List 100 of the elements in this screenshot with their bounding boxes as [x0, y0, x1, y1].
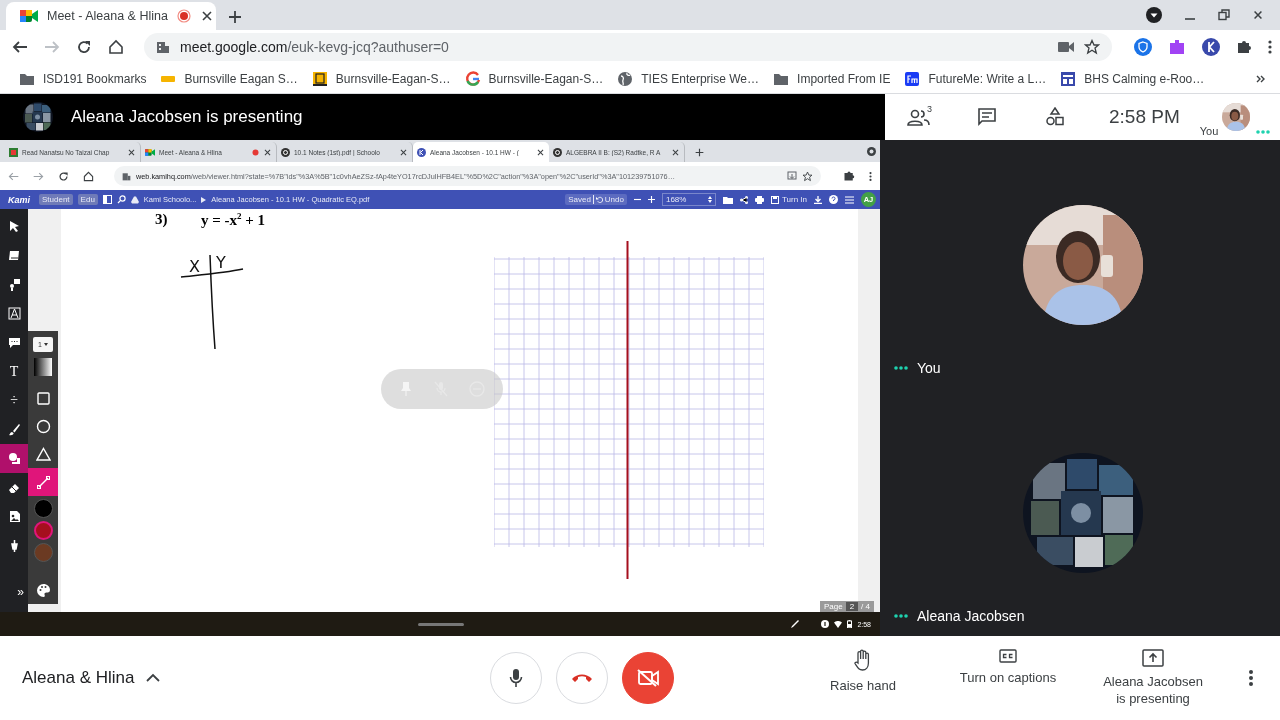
page-number-field[interactable]: 2 [845, 602, 859, 611]
bookmark[interactable]: Imported From IE [766, 66, 898, 91]
browser-tab[interactable]: Meet - Aleana & Hlina [6, 2, 216, 30]
caret-up-icon[interactable] [146, 673, 161, 682]
download-icon[interactable] [814, 195, 822, 204]
shelf-handle[interactable] [418, 623, 464, 626]
problem-number: 3) [155, 211, 168, 228]
sidebar-icon[interactable] [102, 195, 112, 204]
activity-dots-icon [894, 614, 908, 618]
reload-icon[interactable] [76, 39, 92, 55]
present-icon [1142, 648, 1164, 667]
hand-button[interactable]: Raise hand [808, 648, 918, 707]
caret-icon [43, 343, 48, 346]
zoom-out-icon[interactable] [633, 196, 641, 203]
layout-icon [1060, 70, 1077, 87]
address-bar[interactable]: meet.google.com/euk-kevg-jcq?authuser=0 [144, 33, 1112, 61]
present-button[interactable]: Aleana Jacobsen is presenting [1098, 648, 1208, 707]
wifi-icon[interactable] [834, 620, 843, 628]
activity-dots-icon [1256, 130, 1271, 134]
search-icon[interactable] [116, 195, 126, 204]
puzzle-icon[interactable] [843, 170, 855, 182]
dropdown-icon[interactable] [1146, 7, 1162, 23]
square-icon [35, 390, 51, 406]
palette-icon[interactable] [35, 583, 51, 598]
shapes-icon[interactable] [1045, 107, 1065, 127]
install-icon[interactable] [787, 171, 797, 181]
folder-icon[interactable] [722, 195, 733, 204]
chat-icon[interactable] [977, 107, 997, 127]
phone-icon [571, 672, 593, 683]
logo-icon [904, 70, 921, 87]
bookmark[interactable]: ISD191 Bookmarks [12, 66, 154, 91]
back-icon[interactable] [12, 39, 28, 55]
bookmark[interactable]: Burnsville-Eagan-S… [457, 66, 611, 91]
extension-icon[interactable] [1168, 38, 1186, 56]
opacity-swatch[interactable] [34, 358, 52, 376]
undo-button[interactable]: Saved Undo [565, 194, 627, 205]
microphone-icon [509, 667, 523, 688]
logo-icon [311, 70, 328, 87]
battery-icon[interactable] [847, 620, 853, 628]
home-icon[interactable] [83, 170, 94, 182]
color-swatch[interactable] [33, 521, 53, 540]
help-icon[interactable] [829, 195, 838, 204]
bookmark[interactable]: Burnsville Eagan S… [153, 66, 305, 91]
extension-icon[interactable] [1202, 38, 1220, 56]
camera-button[interactable] [622, 651, 674, 704]
close-icon[interactable] [1252, 9, 1264, 21]
new-tab-icon[interactable] [228, 10, 242, 24]
reload-icon[interactable] [58, 170, 69, 182]
close-icon[interactable] [263, 147, 272, 157]
color-swatch[interactable] [33, 499, 53, 518]
expand-button[interactable]: » [0, 582, 28, 602]
zoom-in-icon[interactable] [647, 196, 655, 203]
clock: 2:58 PM [1109, 106, 1180, 128]
text-tool[interactable]: T [0, 357, 28, 386]
bookmark[interactable]: BHS Calming e-Roo… [1053, 66, 1212, 91]
star-icon[interactable] [802, 170, 813, 182]
shapes-tool[interactable] [0, 444, 28, 473]
close-icon[interactable] [536, 147, 545, 157]
people-icon[interactable] [907, 108, 931, 126]
notification-icon[interactable] [821, 620, 830, 628]
close-icon[interactable] [127, 147, 136, 157]
participant-name: You [917, 360, 941, 376]
google-icon [464, 70, 481, 87]
handwritten-label: X [189, 257, 200, 276]
more-bookmarks-icon[interactable] [1256, 73, 1266, 84]
close-icon[interactable] [199, 9, 214, 23]
menu-icon[interactable] [1268, 39, 1272, 55]
shield-icon[interactable] [1134, 38, 1152, 56]
site-icon [281, 147, 290, 157]
line-tool[interactable] [28, 468, 58, 496]
color-swatch[interactable] [33, 543, 53, 562]
self-label: You [1199, 125, 1219, 137]
bookmark[interactable]: TIES Enterprise We… [610, 66, 767, 91]
stylus-icon[interactable] [791, 620, 800, 628]
site-icon [9, 147, 18, 157]
zoom-field[interactable]: 168% [661, 193, 716, 206]
more-icon[interactable] [1249, 668, 1253, 687]
bookmark[interactable]: FutureMe: Write a L… [897, 66, 1054, 91]
star-icon[interactable] [1084, 39, 1100, 55]
bookmark[interactable]: Burnsville-Eagan-S… [304, 66, 458, 91]
forward-icon[interactable] [33, 170, 44, 182]
equation: y = -x$^{2}$ + 1 [201, 211, 266, 229]
turn-in-button[interactable]: Turn In [770, 195, 807, 204]
new-tab-icon[interactable] [695, 148, 704, 157]
shapes-icon [6, 451, 22, 466]
close-icon[interactable] [671, 147, 680, 157]
profile-icon[interactable] [867, 147, 876, 156]
handwritten-label: Y [216, 253, 226, 272]
menu-icon[interactable] [869, 170, 872, 182]
captions-button[interactable]: Turn on captions [953, 648, 1063, 707]
close-icon[interactable] [399, 147, 408, 157]
restore-icon[interactable] [1218, 9, 1230, 21]
camera-icon[interactable] [1058, 41, 1074, 53]
puzzle-icon[interactable] [1236, 39, 1252, 55]
caret-icon [201, 196, 207, 203]
equation-tool[interactable]: ÷ [0, 386, 28, 415]
home-icon[interactable] [108, 39, 124, 55]
print-icon[interactable] [754, 195, 764, 204]
share-icon[interactable] [739, 195, 748, 204]
meet-icon [145, 147, 155, 157]
